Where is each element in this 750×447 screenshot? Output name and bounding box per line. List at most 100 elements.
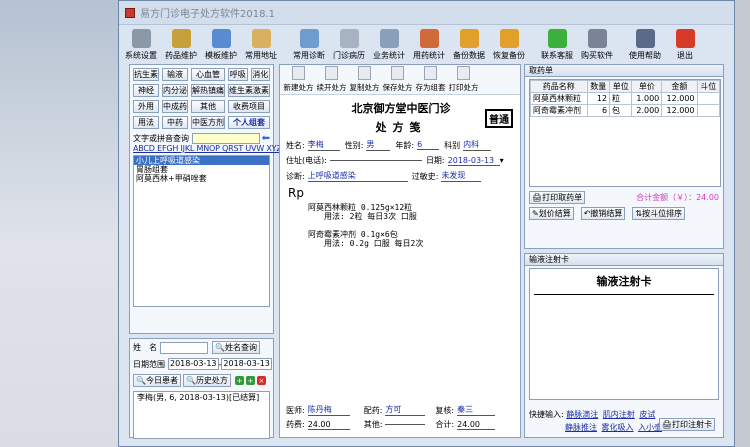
toolbar-button-13[interactable]: 退出: [665, 26, 705, 62]
prescription-tool-button[interactable]: 存为组套: [414, 65, 447, 94]
category-button[interactable]: 收费项目: [228, 100, 270, 113]
injection-card[interactable]: 输液注射卡: [529, 268, 719, 400]
search-icon: 🔍: [136, 376, 146, 385]
toolbar-button-7[interactable]: 用药统计: [409, 26, 449, 62]
cancel-settle-button[interactable]: ↶ 撤销结算: [580, 207, 626, 220]
category-button[interactable]: 外用: [133, 100, 159, 113]
prescription-tool-button[interactable]: 续开处方: [315, 65, 348, 94]
patient-name-field[interactable]: 李梅: [307, 139, 340, 151]
category-button[interactable]: 其他: [191, 100, 225, 113]
alphabet-index[interactable]: ABCD EFGH IJKL MNOP QRST UVW XYZ: [130, 144, 282, 153]
category-button[interactable]: 神经: [133, 84, 159, 97]
category-button[interactable]: 解热镇痛: [191, 84, 225, 97]
prescription-type-badge: 普通: [485, 109, 513, 128]
pinyin-search-input[interactable]: [192, 132, 260, 144]
quick-input-label: 快捷输入:: [529, 410, 564, 419]
address-field[interactable]: [329, 160, 422, 161]
quick-link-iv-push[interactable]: 静脉推注: [565, 423, 597, 432]
history-prescription-button[interactable]: 🔍 历史处方: [182, 374, 231, 387]
dispense-field[interactable]: 方可: [385, 404, 426, 416]
toolbar-button-3[interactable]: 常用地址: [241, 26, 281, 62]
prescription-title: 处方笺: [375, 121, 427, 134]
category-button[interactable]: 心血管: [191, 68, 225, 81]
table-row[interactable]: 阿莫西林颗粒 12 粒 1.000 12.000: [530, 92, 721, 105]
sex-field[interactable]: 男: [366, 139, 391, 151]
table-header[interactable]: 数量: [586, 80, 611, 93]
drug-list[interactable]: 阿莫西林颗粒 0.125g×12粒 用法: 2粒 每日3次 口服 阿奇霉素冲剂 0.…: [286, 203, 516, 248]
drug-entry[interactable]: 阿莫西林颗粒 0.125g×12粒 用法: 2粒 每日3次 口服: [308, 203, 516, 221]
sort-by-position-button[interactable]: ⇅ 按斗位排序: [632, 207, 686, 220]
category-button[interactable]: 消化: [250, 68, 270, 81]
prescription-tool-button[interactable]: 保存处方: [381, 65, 414, 94]
toolbar-button-11[interactable]: 购买软件: [577, 26, 617, 62]
date-from-input[interactable]: 2018-03-13: [168, 358, 219, 370]
list-item[interactable]: 小儿上呼吸道感染: [134, 156, 269, 165]
patient-name-input[interactable]: [160, 341, 208, 354]
add-icon-2[interactable]: +: [245, 376, 255, 385]
prescription-tool-button[interactable]: 新建处方: [282, 65, 315, 94]
category-button[interactable]: 用法: [133, 116, 159, 129]
list-item[interactable]: 胃肠组套: [134, 165, 269, 174]
check-field[interactable]: 秦三: [457, 404, 496, 416]
toolbar-button-12[interactable]: 使用帮助: [625, 26, 665, 62]
allergy-field[interactable]: 未发现: [441, 170, 482, 182]
quick-link-im-injection[interactable]: 肌内注射: [603, 410, 635, 419]
toolbar-button-1[interactable]: 药品维护: [161, 26, 201, 62]
prescription-tool-label: 打印处方: [448, 83, 479, 92]
toolbar-button-8[interactable]: 备份数据: [449, 26, 489, 62]
prescription-tool-button[interactable]: 复制处方: [348, 65, 381, 94]
toolbar-button-10[interactable]: 联系客服: [537, 26, 577, 62]
quick-link-nebulization[interactable]: 雾化吸入: [602, 423, 634, 432]
patient-result-item[interactable]: 李梅(男, 6, 2018-03-13)[已结算]: [135, 393, 268, 402]
name-search-button[interactable]: 🔍 姓名查询: [212, 341, 260, 354]
chevron-down-icon[interactable]: ▾: [500, 156, 504, 165]
date-to-input[interactable]: 2018-03-13: [221, 358, 272, 370]
document-icon: [292, 66, 305, 80]
category-button[interactable]: 中医方剂: [191, 116, 225, 129]
category-button[interactable]: 个人组套: [228, 116, 270, 129]
category-button[interactable]: 输液: [162, 68, 188, 81]
search-arrow-icon[interactable]: ⬅: [262, 133, 270, 144]
toolbar-button-0[interactable]: 系统设置: [121, 26, 161, 62]
category-button[interactable]: 呼吸: [228, 68, 248, 81]
drug-entry[interactable]: 阿奇霉素冲剂 0.1g×6包 用法: 0.2g 口服 每日2次: [308, 230, 516, 248]
dept-field[interactable]: 内科: [463, 139, 492, 151]
category-button[interactable]: 维生素激素: [228, 84, 270, 97]
quick-link-skin-test[interactable]: 皮试: [639, 410, 655, 419]
settle-button[interactable]: ✎ 划价结算: [529, 207, 574, 220]
table-header[interactable]: 斗位: [696, 80, 721, 93]
category-button[interactable]: 中成药: [162, 100, 188, 113]
category-button[interactable]: 抗生素: [133, 68, 159, 81]
date-field[interactable]: 2018-03-13: [447, 156, 500, 166]
add-icon[interactable]: +: [234, 376, 244, 385]
delete-icon[interactable]: ×: [256, 376, 266, 385]
table-header[interactable]: 单价: [631, 80, 663, 93]
prescription-tool-button[interactable]: 打印处方: [447, 65, 480, 94]
toolbar-button-5[interactable]: 门诊病历: [329, 26, 369, 62]
list-item[interactable]: 阿莫西林+甲硝唑套: [134, 174, 269, 183]
doctor-field[interactable]: 陈丹梅: [307, 404, 350, 416]
date-range-label: 日期范围: [133, 359, 165, 369]
quick-link-iv-drip[interactable]: 静脉滴注: [566, 410, 598, 419]
table-header[interactable]: 药品名称: [530, 80, 588, 93]
other-fee-field[interactable]: [385, 424, 426, 425]
print-injection-card-button[interactable]: 🖨 打印注射卡: [658, 418, 715, 431]
toolbar-button-4[interactable]: 常用诊断: [289, 26, 329, 62]
drug-table-container: 药品名称 数量 单位 单价 金额 斗位 阿莫西林颗粒 12 粒 1.000 12.000 阿奇霉素冲…: [529, 79, 721, 187]
table-header[interactable]: 单位: [609, 80, 633, 93]
table-cell: 阿奇霉素冲剂: [530, 104, 588, 117]
toolbar-button-9[interactable]: 恢复备份: [489, 26, 529, 62]
document-icon: [457, 66, 470, 80]
today-patients-button[interactable]: 🔍 今日患者: [133, 374, 181, 387]
category-button[interactable]: 内分泌: [162, 84, 188, 97]
print-pickup-button[interactable]: 🖨 打印取药单: [529, 191, 586, 204]
table-row[interactable]: 阿奇霉素冲剂 6 包 2.000 12.000: [530, 104, 721, 117]
age-field[interactable]: 6: [417, 140, 440, 150]
table-header[interactable]: 金额: [661, 80, 698, 93]
drug-fee-field[interactable]: 24.00: [307, 420, 350, 430]
category-button[interactable]: 中药: [162, 116, 188, 129]
toolbar-button-2[interactable]: 模板维护: [201, 26, 241, 62]
prescription-footer: 医师: 陈丹梅 配药: 方可 复核: 秦三 药费: 24.00 其他: 合计: …: [286, 401, 516, 430]
toolbar-button-6[interactable]: 业务统计: [369, 26, 409, 62]
diagnosis-field[interactable]: 上呼吸道感染: [307, 170, 408, 182]
